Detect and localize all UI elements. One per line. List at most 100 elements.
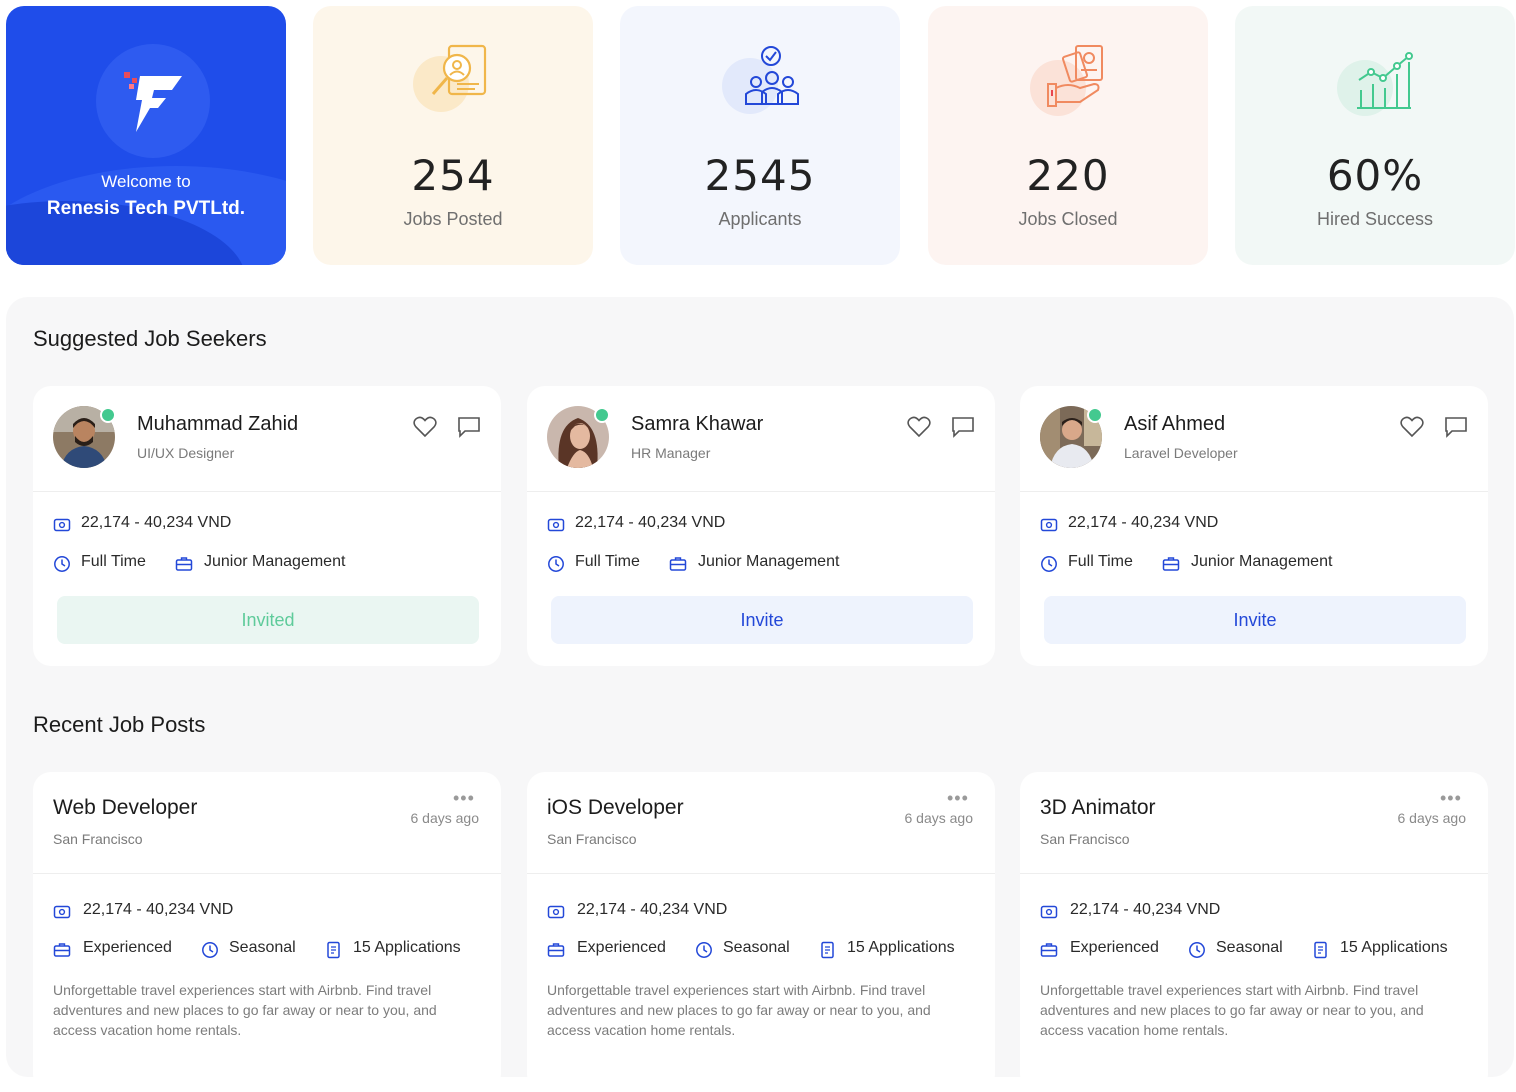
level: Junior Management [1191,553,1333,570]
level: Junior Management [204,553,346,570]
posted-time: 6 days ago [410,810,480,826]
heart-icon[interactable] [1400,416,1424,438]
salary-range: 22,174 - 40,234 VND [1070,901,1221,918]
seeker-name[interactable]: Asif Ahmed [1124,413,1225,436]
briefcase-icon [1162,555,1180,573]
job-location: San Francisco [547,831,637,847]
document-icon [1312,941,1330,959]
heart-icon[interactable] [413,416,437,438]
company-name: Renesis Tech PVTLtd. [46,198,246,219]
job-description: Unforgettable travel experiences start w… [53,982,437,1038]
seeker-name[interactable]: Samra Khawar [631,413,763,436]
verified-icon [594,407,610,423]
job-post-card[interactable]: Web Developer San Francisco ••• 6 days a… [33,772,501,1092]
divider [527,873,995,874]
welcome-card: Welcome to Renesis Tech PVTLtd. [6,6,286,265]
posted-time: 6 days ago [904,810,974,826]
job-location: San Francisco [1040,831,1130,847]
stat-card-jobs-posted[interactable]: 254 Jobs Posted [313,6,593,265]
chat-icon[interactable] [951,416,975,438]
seeker-role: UI/UX Designer [137,445,235,461]
job-post-card[interactable]: iOS Developer San Francisco ••• 6 days a… [527,772,995,1092]
job-title[interactable]: 3D Animator [1040,796,1156,820]
posted-time: 6 days ago [1397,810,1467,826]
salary-range: 22,174 - 40,234 VND [577,901,728,918]
employment-type: Full Time [1068,553,1133,570]
heart-icon[interactable] [907,416,931,438]
seeker-role: Laravel Developer [1124,445,1238,461]
experience: Experienced [577,939,666,956]
chat-icon[interactable] [457,416,481,438]
seeker-card[interactable]: Samra Khawar HR Manager 22,174 - 40,234 … [527,386,995,666]
seeker-card[interactable]: Muhammad Zahid UI/UX Designer 22,174 - 4… [33,386,501,666]
chat-icon[interactable] [1444,416,1468,438]
stat-value: 254 [411,151,495,200]
seeker-card[interactable]: Asif Ahmed Laravel Developer 22,174 - 40… [1020,386,1488,666]
salary-range: 22,174 - 40,234 VND [83,901,234,918]
seeker-name[interactable]: Muhammad Zahid [137,413,298,436]
experience: Experienced [83,939,172,956]
resume-search-icon [409,38,499,128]
clock-icon [695,941,713,959]
money-icon [53,516,71,534]
job-title[interactable]: Web Developer [53,796,197,820]
briefcase-icon [669,555,687,573]
clock-icon [1188,941,1206,959]
verified-icon [100,407,116,423]
job-description: Unforgettable travel experiences start w… [547,982,931,1038]
job-post-card[interactable]: 3D Animator San Francisco ••• 6 days ago… [1020,772,1488,1092]
applications-count: 15 Applications [353,939,461,956]
level: Junior Management [698,553,840,570]
money-icon [1040,903,1058,921]
document-icon [819,941,837,959]
welcome-text: Welcome to [101,172,191,191]
money-icon [547,516,565,534]
suggested-title: Suggested Job Seekers [33,326,267,351]
employment-type: Full Time [575,553,640,570]
schedule: Seasonal [1216,939,1283,956]
divider [1020,873,1488,874]
team-check-icon [716,38,806,128]
stat-label: Jobs Closed [1018,209,1118,229]
more-options-icon[interactable]: ••• [1440,788,1462,809]
money-icon [53,903,71,921]
stat-label: Jobs Posted [403,209,503,229]
schedule: Seasonal [723,939,790,956]
divider [527,491,995,492]
briefcase-icon [547,941,565,959]
job-title[interactable]: iOS Developer [547,796,684,820]
recent-title: Recent Job Posts [33,712,206,737]
clock-icon [53,555,71,573]
divider [1020,491,1488,492]
clock-icon [547,555,565,573]
money-icon [1040,516,1058,534]
company-logo-icon [96,44,210,158]
stat-value: 60% [1326,151,1424,200]
salary-range: 22,174 - 40,234 VND [575,514,726,531]
applications-count: 15 Applications [1340,939,1448,956]
divider [33,491,501,492]
seeker-role: HR Manager [631,445,711,461]
clock-icon [201,941,219,959]
invite-button[interactable]: Invite [551,596,973,644]
document-icon [325,941,343,959]
briefcase-icon [1040,941,1058,959]
money-icon [547,903,565,921]
stat-label: Hired Success [1316,209,1434,229]
clock-icon [1040,555,1058,573]
invite-button[interactable]: Invite [1044,596,1466,644]
divider [33,873,501,874]
employment-type: Full Time [81,553,146,570]
stat-value: 2545 [704,151,816,200]
experience: Experienced [1070,939,1159,956]
applications-count: 15 Applications [847,939,955,956]
salary-range: 22,174 - 40,234 VND [1068,514,1219,531]
stat-card-applicants[interactable]: 2545 Applicants [620,6,900,265]
stat-card-hired-success[interactable]: 60% Hired Success [1235,6,1515,265]
invited-button[interactable]: Invited [57,596,479,644]
stat-card-jobs-closed[interactable]: 220 Jobs Closed [928,6,1208,265]
stat-value: 220 [1026,151,1110,200]
more-options-icon[interactable]: ••• [947,788,969,809]
more-options-icon[interactable]: ••• [453,788,475,809]
verified-icon [1087,407,1103,423]
